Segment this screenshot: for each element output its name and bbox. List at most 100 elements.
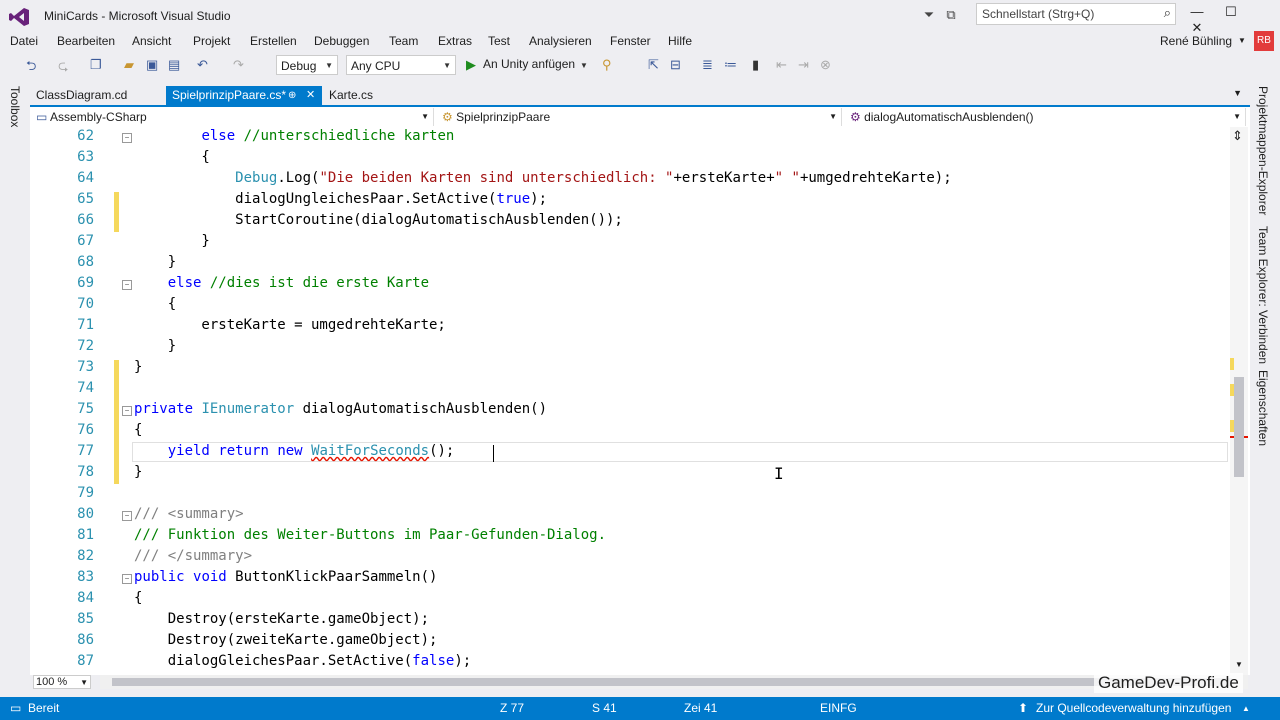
- code-line[interactable]: {: [134, 422, 142, 438]
- code-line[interactable]: }: [134, 359, 142, 375]
- code-line[interactable]: Destroy(zweiteKarte.gameObject);: [134, 632, 438, 648]
- avatar[interactable]: RB: [1254, 31, 1274, 51]
- quick-launch-input[interactable]: Schnellstart (Strg+Q) ⌕: [976, 3, 1176, 25]
- visual-studio-logo-icon: [9, 8, 29, 26]
- code-line[interactable]: /// <summary>: [134, 506, 244, 522]
- add-to-source-control-button[interactable]: Zur Quellcodeverwaltung hinzufügen: [1036, 701, 1231, 715]
- code-line[interactable]: yield return new WaitForSeconds();: [134, 443, 455, 459]
- menu-test[interactable]: Test: [488, 34, 510, 48]
- code-line[interactable]: ersteKarte = umgedrehteKarte;: [134, 317, 445, 333]
- code-line[interactable]: StartCoroutine(dialogAutomatischAusblend…: [134, 212, 623, 228]
- user-name[interactable]: René Bühling: [1160, 34, 1232, 48]
- code-line[interactable]: {: [134, 590, 142, 606]
- code-line[interactable]: public void ButtonKlickPaarSammeln(): [134, 569, 437, 585]
- bookmarks-icon[interactable]: ⊟: [670, 57, 681, 73]
- code-line[interactable]: {: [134, 296, 176, 312]
- menu-hilfe[interactable]: Hilfe: [668, 34, 692, 48]
- menu-datei[interactable]: Datei: [10, 34, 38, 48]
- play-icon[interactable]: ▶: [466, 57, 476, 73]
- platform-select[interactable]: Any CPU ▼: [346, 55, 456, 75]
- configuration-select[interactable]: Debug ▼: [276, 55, 338, 75]
- menu-bearbeiten[interactable]: Bearbeiten: [57, 34, 115, 48]
- class-dropdown[interactable]: ⚙ SpielprinzipPaare ▼: [438, 108, 842, 126]
- search-icon[interactable]: ⌕: [1164, 5, 1171, 21]
- upload-icon[interactable]: ⬆: [1018, 701, 1028, 715]
- fold-marker[interactable]: −: [122, 406, 132, 416]
- code-line[interactable]: dialogGleichesPaar.SetActive(false);: [134, 653, 471, 669]
- csharp-project-icon: ▭: [36, 110, 51, 124]
- code-line[interactable]: private IEnumerator dialogAutomatischAus…: [134, 401, 547, 417]
- member-dropdown[interactable]: ⚙ dialogAutomatischAusblenden() ▼: [846, 108, 1246, 126]
- close-icon[interactable]: ✕: [306, 86, 315, 105]
- menu-team[interactable]: Team: [389, 34, 418, 48]
- back-icon[interactable]: ⮌: [26, 57, 36, 79]
- platform-value: Any CPU: [351, 59, 401, 73]
- save-icon[interactable]: ▣: [146, 57, 158, 73]
- code-line[interactable]: Debug.Log("Die beiden Karten sind unters…: [134, 170, 952, 186]
- menu-erstellen[interactable]: Erstellen: [250, 34, 297, 48]
- pin-icon[interactable]: ⊕: [288, 86, 296, 105]
- code-line[interactable]: dialogUngleichesPaar.SetActive(true);: [134, 191, 547, 207]
- project-dropdown[interactable]: ▭ Assembly-CSharp ▼: [32, 108, 434, 126]
- split-icon[interactable]: ⇕: [1232, 128, 1243, 144]
- menu-ansicht[interactable]: Ansicht: [132, 34, 171, 48]
- code-line[interactable]: else //unterschiedliche karten: [134, 128, 454, 144]
- zoom-select[interactable]: 100 % ▼: [33, 675, 91, 689]
- prev-bookmark-icon[interactable]: ⇤: [776, 57, 787, 73]
- method-icon: ⚙: [850, 110, 865, 124]
- forward-icon[interactable]: ⮎: [58, 57, 68, 79]
- attach-unity-button[interactable]: An Unity anfügen: [483, 57, 575, 71]
- chevron-up-icon[interactable]: ▲: [1242, 704, 1250, 713]
- code-line[interactable]: /// Funktion des Weiter-Buttons im Paar-…: [134, 527, 606, 543]
- line-number: 80: [77, 506, 94, 522]
- fold-marker[interactable]: −: [122, 280, 132, 290]
- tab-karte[interactable]: Karte.cs: [323, 86, 403, 106]
- horizontal-scroll-thumb[interactable]: [112, 678, 1232, 686]
- code-line[interactable]: Destroy(ersteKarte.gameObject);: [134, 611, 429, 627]
- fold-marker[interactable]: −: [122, 133, 132, 143]
- open-folder-icon[interactable]: ▰: [124, 57, 134, 73]
- redo-icon[interactable]: ↷: [233, 57, 244, 73]
- code-line[interactable]: else //dies ist die erste Karte: [134, 275, 429, 291]
- find-in-files-icon[interactable]: ⚲: [602, 57, 612, 73]
- feedback-icon[interactable]: ⧉: [940, 5, 962, 25]
- tab-spielprinzippaare[interactable]: SpielprinzipPaare.cs* ⊕ ✕: [166, 86, 322, 106]
- attach-chevron-down-icon[interactable]: ▼: [580, 61, 588, 70]
- properties-tab[interactable]: Eigenschaften: [1256, 370, 1270, 446]
- scroll-down-chevron-icon[interactable]: ▼: [1235, 660, 1243, 669]
- code-line[interactable]: }: [134, 464, 142, 480]
- menu-fenster[interactable]: Fenster: [610, 34, 651, 48]
- menu-analysieren[interactable]: Analysieren: [529, 34, 592, 48]
- comment-icon[interactable]: ≣: [702, 57, 713, 73]
- chevron-down-icon: ▼: [80, 678, 88, 687]
- next-bookmark-icon[interactable]: ⇥: [798, 57, 809, 73]
- fold-marker[interactable]: −: [122, 574, 132, 584]
- code-line[interactable]: /// </summary>: [134, 548, 252, 564]
- user-chevron-down-icon[interactable]: ▼: [1238, 36, 1246, 45]
- filter-icon[interactable]: ⏷: [918, 5, 940, 25]
- undo-icon[interactable]: ↶: [197, 57, 208, 73]
- save-all-icon[interactable]: ▤: [168, 57, 180, 73]
- toolbox-tab[interactable]: Toolbox: [8, 86, 22, 127]
- fold-marker[interactable]: −: [122, 511, 132, 521]
- code-line[interactable]: }: [134, 254, 176, 270]
- menu-projekt[interactable]: Projekt: [193, 34, 230, 48]
- navigate-icon[interactable]: ⇱: [648, 57, 659, 73]
- bookmark-icon[interactable]: ▮: [752, 57, 759, 73]
- tab-classdiagram[interactable]: ClassDiagram.cd: [30, 86, 164, 106]
- solution-explorer-tab[interactable]: Projektmappen-Explorer: [1256, 86, 1270, 215]
- menu-debuggen[interactable]: Debuggen: [314, 34, 369, 48]
- new-project-icon[interactable]: ❐: [90, 57, 102, 73]
- tab-label: SpielprinzipPaare.cs*: [172, 88, 287, 102]
- minimize-button[interactable]: —: [1180, 4, 1214, 19]
- menu-extras[interactable]: Extras: [438, 34, 472, 48]
- maximize-button[interactable]: ☐: [1214, 4, 1248, 20]
- code-line[interactable]: {: [134, 149, 209, 165]
- code-line[interactable]: }: [134, 233, 209, 249]
- clear-bookmarks-icon[interactable]: ⊗: [820, 57, 831, 73]
- code-line[interactable]: }: [134, 338, 176, 354]
- tab-overflow-chevron-down-icon[interactable]: ▼: [1233, 88, 1242, 98]
- uncomment-icon[interactable]: ≔: [724, 57, 737, 73]
- team-explorer-tab[interactable]: Team Explorer: Verbinden: [1256, 226, 1270, 364]
- vertical-scroll-thumb[interactable]: [1234, 377, 1244, 477]
